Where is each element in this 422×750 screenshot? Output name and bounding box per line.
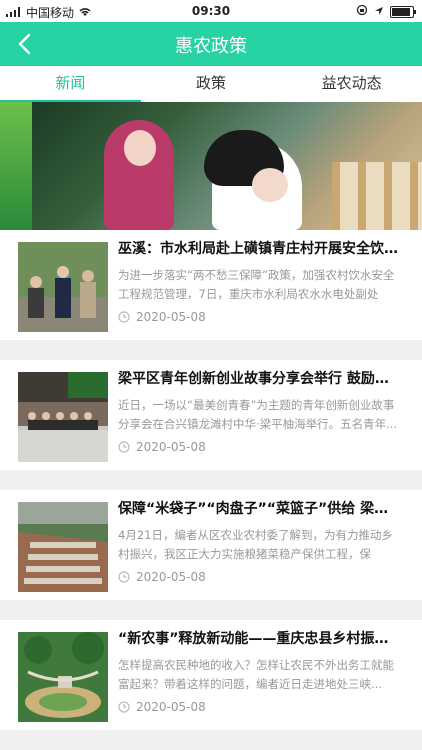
article-meta: 2020-05-08 (118, 310, 398, 324)
article-thumbnail (18, 242, 108, 332)
article-summary: 怎样提高农民种地的收入？怎样让农民不外出务工就能富起来？带着这样的问题，编者近日… (118, 658, 394, 691)
article-title: 巫溪：市水利局赴上磺镇青庄村开展安全饮... (118, 241, 398, 257)
article-summary: 4月21日，编者从区农业农村委了解到，为有力推动乡村振兴，我区正大力实施粮猪菜稳… (118, 528, 393, 561)
article-meta: 2020-05-08 (118, 440, 398, 454)
nav-header: 惠农政策 (0, 22, 422, 66)
article-summary: 为进一步落实“两不愁三保障”政策，加强农村饮水安全工程规范管理，7日，重庆市水利… (118, 268, 395, 301)
article-date: 2020-05-08 (136, 700, 206, 714)
banner-photo-person (204, 130, 302, 230)
article-list: 巫溪：市水利局赴上磺镇青庄村开展安全饮... 为进一步落实“两不愁三保障”政策，… (0, 230, 422, 750)
status-right (356, 4, 416, 19)
article-thumbnail (18, 632, 108, 722)
tab-bar: 新闻 政策 益农动态 (0, 66, 422, 102)
banner-image (32, 102, 422, 230)
article-date: 2020-05-08 (136, 570, 206, 584)
orientation-lock-icon (356, 4, 368, 19)
list-item[interactable]: “新农事”释放新动能——重庆忠县乡村振兴见闻 怎样提高农民种地的收入？怎样让农民… (0, 620, 422, 730)
article-text: “新农事”释放新动能——重庆忠县乡村振兴见闻 怎样提高农民种地的收入？怎样让农民… (118, 630, 398, 714)
list-item[interactable]: 梁平区青年创新创业故事分享会举行 鼓励创... 近日，一场以“最美创青春”为主题… (0, 360, 422, 470)
clock-icon (118, 571, 130, 583)
page-title: 惠农政策 (175, 36, 247, 57)
article-meta: 2020-05-08 (118, 700, 398, 714)
article-title: 保障“米袋子”“肉盘子”“菜篮子”供给 梁平区... (118, 501, 398, 517)
article-text: 巫溪：市水利局赴上磺镇青庄村开展安全饮... 为进一步落实“两不愁三保障”政策，… (118, 240, 398, 324)
battery-icon (390, 5, 416, 18)
article-text: 梁平区青年创新创业故事分享会举行 鼓励创... 近日，一场以“最美创青春”为主题… (118, 370, 398, 454)
article-title: 梁平区青年创新创业故事分享会举行 鼓励创... (118, 371, 398, 387)
banner-prev-slide-edge (0, 102, 32, 230)
list-item[interactable]: 巫溪：市水利局赴上磺镇青庄村开展安全饮... 为进一步落实“两不愁三保障”政策，… (0, 230, 422, 340)
tab-news[interactable]: 新闻 (0, 66, 141, 102)
clock-icon (118, 441, 130, 453)
article-meta: 2020-05-08 (118, 570, 398, 584)
article-title: “新农事”释放新动能——重庆忠县乡村振兴见闻 (118, 631, 398, 647)
status-bar: 中国移动 09:30 (0, 0, 422, 22)
location-icon (374, 5, 384, 19)
banner-photo-person (104, 120, 174, 230)
list-item[interactable]: 保障“米袋子”“肉盘子”“菜篮子”供给 梁平区... 4月21日，编者从区农业农… (0, 490, 422, 600)
clock-icon (118, 311, 130, 323)
tab-policy[interactable]: 政策 (141, 66, 282, 102)
article-text: 保障“米袋子”“肉盘子”“菜篮子”供给 梁平区... 4月21日，编者从区农业农… (118, 500, 398, 584)
tab-agri-updates[interactable]: 益农动态 (281, 66, 422, 102)
article-date: 2020-05-08 (136, 440, 206, 454)
banner-photo-display-boards (332, 162, 422, 230)
article-date: 2020-05-08 (136, 310, 206, 324)
banner-carousel[interactable] (0, 102, 422, 230)
article-summary: 近日，一场以“最美创青春”为主题的青年创新创业故事分享会在合兴镇龙滩村中华·梁平… (118, 398, 398, 431)
article-thumbnail (18, 502, 108, 592)
clock-icon (118, 701, 130, 713)
article-thumbnail (18, 372, 108, 462)
